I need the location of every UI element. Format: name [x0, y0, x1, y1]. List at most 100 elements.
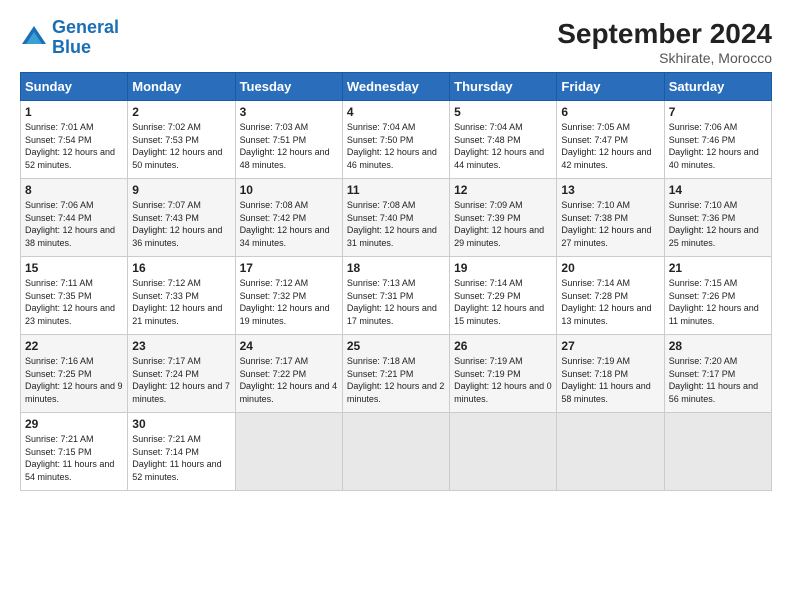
- day-number: 29: [25, 417, 123, 431]
- calendar-cell: 8 Sunrise: 7:06 AMSunset: 7:44 PMDaylight…: [21, 179, 128, 257]
- header-cell-sunday: Sunday: [21, 73, 128, 101]
- calendar-cell: 15 Sunrise: 7:11 AMSunset: 7:35 PMDayligh…: [21, 257, 128, 335]
- day-detail: Sunrise: 7:03 AMSunset: 7:51 PMDaylight:…: [240, 121, 338, 171]
- day-detail: Sunrise: 7:11 AMSunset: 7:35 PMDaylight:…: [25, 277, 123, 327]
- day-detail: Sunrise: 7:02 AMSunset: 7:53 PMDaylight:…: [132, 121, 230, 171]
- calendar-week-1: 1 Sunrise: 7:01 AMSunset: 7:54 PMDaylight…: [21, 101, 772, 179]
- day-detail: Sunrise: 7:21 AMSunset: 7:15 PMDaylight:…: [25, 433, 123, 483]
- day-number: 17: [240, 261, 338, 275]
- calendar-cell: [450, 413, 557, 491]
- day-detail: Sunrise: 7:10 AMSunset: 7:36 PMDaylight:…: [669, 199, 767, 249]
- day-detail: Sunrise: 7:04 AMSunset: 7:48 PMDaylight:…: [454, 121, 552, 171]
- day-detail: Sunrise: 7:12 AMSunset: 7:33 PMDaylight:…: [132, 277, 230, 327]
- calendar-cell: 7 Sunrise: 7:06 AMSunset: 7:46 PMDaylight…: [664, 101, 771, 179]
- header-row: SundayMondayTuesdayWednesdayThursdayFrid…: [21, 73, 772, 101]
- logo-text: General Blue: [52, 18, 119, 58]
- day-number: 10: [240, 183, 338, 197]
- calendar-cell: 25 Sunrise: 7:18 AMSunset: 7:21 PMDayligh…: [342, 335, 449, 413]
- day-number: 14: [669, 183, 767, 197]
- day-number: 18: [347, 261, 445, 275]
- day-detail: Sunrise: 7:05 AMSunset: 7:47 PMDaylight:…: [561, 121, 659, 171]
- calendar-cell: [664, 413, 771, 491]
- day-number: 2: [132, 105, 230, 119]
- day-number: 11: [347, 183, 445, 197]
- calendar-cell: 5 Sunrise: 7:04 AMSunset: 7:48 PMDaylight…: [450, 101, 557, 179]
- calendar-cell: 24 Sunrise: 7:17 AMSunset: 7:22 PMDayligh…: [235, 335, 342, 413]
- day-number: 1: [25, 105, 123, 119]
- header-cell-tuesday: Tuesday: [235, 73, 342, 101]
- day-number: 22: [25, 339, 123, 353]
- day-detail: Sunrise: 7:14 AMSunset: 7:28 PMDaylight:…: [561, 277, 659, 327]
- calendar-cell: [235, 413, 342, 491]
- day-detail: Sunrise: 7:07 AMSunset: 7:43 PMDaylight:…: [132, 199, 230, 249]
- day-number: 15: [25, 261, 123, 275]
- calendar-cell: 4Sunrise: 7:04 AMSunset: 7:50 PMDaylight…: [342, 101, 449, 179]
- header-cell-monday: Monday: [128, 73, 235, 101]
- calendar-cell: 16Sunrise: 7:12 AMSunset: 7:33 PMDayligh…: [128, 257, 235, 335]
- day-detail: Sunrise: 7:18 AMSunset: 7:21 PMDaylight:…: [347, 355, 445, 405]
- day-detail: Sunrise: 7:08 AMSunset: 7:42 PMDaylight:…: [240, 199, 338, 249]
- header: General Blue September 2024 Skhirate, Mo…: [20, 18, 772, 66]
- header-cell-thursday: Thursday: [450, 73, 557, 101]
- day-detail: Sunrise: 7:13 AMSunset: 7:31 PMDaylight:…: [347, 277, 445, 327]
- calendar-cell: 26 Sunrise: 7:19 AMSunset: 7:19 PMDayligh…: [450, 335, 557, 413]
- day-detail: Sunrise: 7:06 AMSunset: 7:44 PMDaylight:…: [25, 199, 123, 249]
- calendar-cell: 9 Sunrise: 7:07 AMSunset: 7:43 PMDaylight…: [128, 179, 235, 257]
- day-detail: Sunrise: 7:16 AMSunset: 7:25 PMDaylight:…: [25, 355, 123, 405]
- day-number: 19: [454, 261, 552, 275]
- logo-blue: Blue: [52, 37, 91, 57]
- day-number: 30: [132, 417, 230, 431]
- day-detail: Sunrise: 7:17 AMSunset: 7:24 PMDaylight:…: [132, 355, 230, 405]
- day-detail: Sunrise: 7:12 AMSunset: 7:32 PMDaylight:…: [240, 277, 338, 327]
- calendar-cell: 17 Sunrise: 7:12 AMSunset: 7:32 PMDayligh…: [235, 257, 342, 335]
- day-detail: Sunrise: 7:15 AMSunset: 7:26 PMDaylight:…: [669, 277, 767, 327]
- calendar-cell: 10 Sunrise: 7:08 AMSunset: 7:42 PMDayligh…: [235, 179, 342, 257]
- calendar-cell: 6Sunrise: 7:05 AMSunset: 7:47 PMDaylight…: [557, 101, 664, 179]
- day-detail: Sunrise: 7:19 AMSunset: 7:19 PMDaylight:…: [454, 355, 552, 405]
- day-number: 9: [132, 183, 230, 197]
- calendar-cell: 21 Sunrise: 7:15 AMSunset: 7:26 PMDayligh…: [664, 257, 771, 335]
- day-number: 12: [454, 183, 552, 197]
- calendar-cell: 23Sunrise: 7:17 AMSunset: 7:24 PMDayligh…: [128, 335, 235, 413]
- calendar-header: SundayMondayTuesdayWednesdayThursdayFrid…: [21, 73, 772, 101]
- calendar-cell: 27Sunrise: 7:19 AMSunset: 7:18 PMDayligh…: [557, 335, 664, 413]
- day-detail: Sunrise: 7:21 AMSunset: 7:14 PMDaylight:…: [132, 433, 230, 483]
- day-number: 5: [454, 105, 552, 119]
- calendar-cell: 22 Sunrise: 7:16 AMSunset: 7:25 PMDayligh…: [21, 335, 128, 413]
- day-detail: Sunrise: 7:08 AMSunset: 7:40 PMDaylight:…: [347, 199, 445, 249]
- calendar-cell: 28Sunrise: 7:20 AMSunset: 7:17 PMDayligh…: [664, 335, 771, 413]
- logo-general: General: [52, 17, 119, 37]
- day-number: 25: [347, 339, 445, 353]
- calendar-week-3: 15 Sunrise: 7:11 AMSunset: 7:35 PMDayligh…: [21, 257, 772, 335]
- calendar-cell: 14 Sunrise: 7:10 AMSunset: 7:36 PMDayligh…: [664, 179, 771, 257]
- calendar-cell: 19 Sunrise: 7:14 AMSunset: 7:29 PMDayligh…: [450, 257, 557, 335]
- day-number: 27: [561, 339, 659, 353]
- day-detail: Sunrise: 7:01 AMSunset: 7:54 PMDaylight:…: [25, 121, 123, 171]
- month-title: September 2024: [557, 18, 772, 50]
- logo-icon: [20, 24, 48, 52]
- calendar-week-5: 29 Sunrise: 7:21 AMSunset: 7:15 PMDayligh…: [21, 413, 772, 491]
- header-cell-wednesday: Wednesday: [342, 73, 449, 101]
- day-detail: Sunrise: 7:09 AMSunset: 7:39 PMDaylight:…: [454, 199, 552, 249]
- calendar-cell: 12 Sunrise: 7:09 AMSunset: 7:39 PMDayligh…: [450, 179, 557, 257]
- day-number: 8: [25, 183, 123, 197]
- calendar-body: 1 Sunrise: 7:01 AMSunset: 7:54 PMDaylight…: [21, 101, 772, 491]
- calendar-cell: 11 Sunrise: 7:08 AMSunset: 7:40 PMDayligh…: [342, 179, 449, 257]
- calendar-cell: 1 Sunrise: 7:01 AMSunset: 7:54 PMDaylight…: [21, 101, 128, 179]
- calendar-week-4: 22 Sunrise: 7:16 AMSunset: 7:25 PMDayligh…: [21, 335, 772, 413]
- day-detail: Sunrise: 7:14 AMSunset: 7:29 PMDaylight:…: [454, 277, 552, 327]
- day-number: 7: [669, 105, 767, 119]
- title-block: September 2024 Skhirate, Morocco: [557, 18, 772, 66]
- calendar-cell: [342, 413, 449, 491]
- page-container: General Blue September 2024 Skhirate, Mo…: [0, 0, 792, 501]
- header-cell-friday: Friday: [557, 73, 664, 101]
- day-number: 26: [454, 339, 552, 353]
- calendar-table: SundayMondayTuesdayWednesdayThursdayFrid…: [20, 72, 772, 491]
- day-detail: Sunrise: 7:17 AMSunset: 7:22 PMDaylight:…: [240, 355, 338, 405]
- day-number: 20: [561, 261, 659, 275]
- logo: General Blue: [20, 18, 119, 58]
- day-number: 21: [669, 261, 767, 275]
- calendar-cell: [557, 413, 664, 491]
- day-detail: Sunrise: 7:06 AMSunset: 7:46 PMDaylight:…: [669, 121, 767, 171]
- day-number: 24: [240, 339, 338, 353]
